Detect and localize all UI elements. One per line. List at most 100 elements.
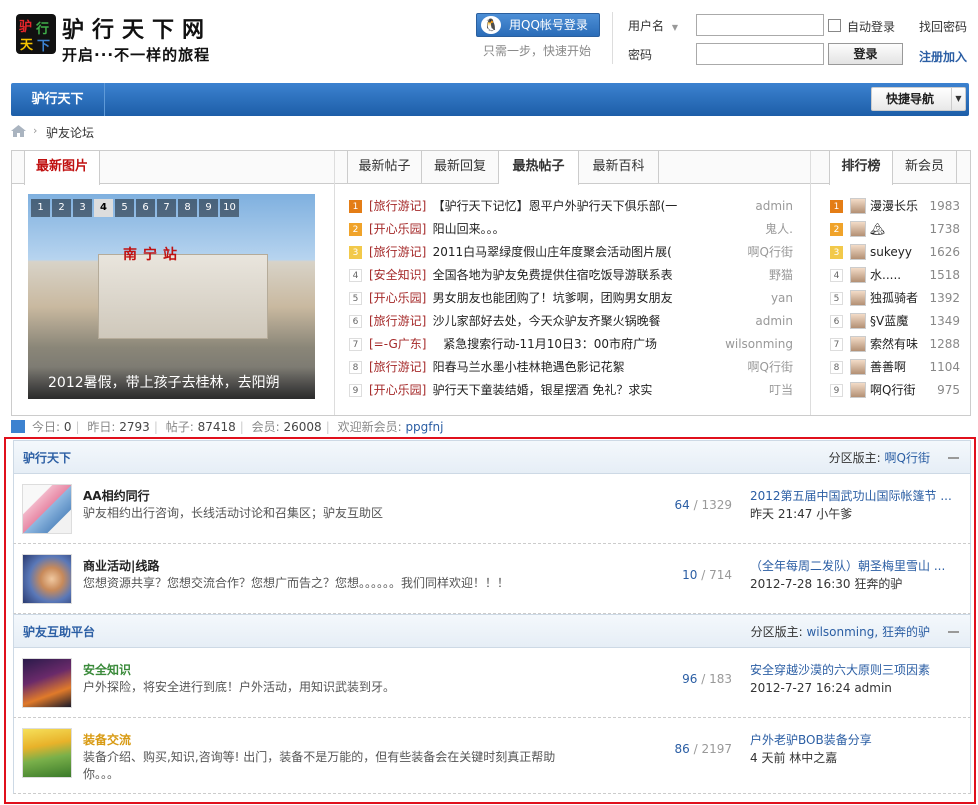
slide-page-10[interactable]: 10: [220, 199, 239, 217]
quick-nav-button[interactable]: 快捷导航 ▼: [871, 87, 966, 111]
tab-hot-threads[interactable]: 最热帖子: [499, 151, 579, 185]
thread-item[interactable]: 8 [旅行游记] 阳春马兰水墨小桂林艳遇色影记花絮 啊Q行街: [349, 358, 809, 378]
thread-category[interactable]: [旅行游记]: [369, 358, 426, 376]
rank-username[interactable]: 索然有味: [870, 334, 918, 354]
thread-title[interactable]: 男女朋友也能团购了！坑爹啊，团购男女朋友: [433, 289, 673, 307]
breadcrumb-current[interactable]: 驴友论坛: [46, 124, 94, 141]
avatar[interactable]: [850, 267, 866, 283]
rank-username[interactable]: 漫漫长乐: [870, 196, 918, 216]
thread-category[interactable]: [开心乐园]: [369, 289, 426, 307]
avatar[interactable]: [850, 336, 866, 352]
forum-icon-climber[interactable]: [22, 658, 72, 708]
site-logo[interactable]: 驴 行 天 下 驴行天下网 开启···不一样的旅程: [14, 10, 224, 72]
forum-icon-couple[interactable]: [22, 484, 72, 534]
thread-title[interactable]: 阳春马兰水墨小桂林艳遇色影记花絮: [433, 358, 625, 376]
thread-title[interactable]: 紧急搜索行动-11月10日3：00市府广场: [443, 335, 657, 353]
section-title[interactable]: 驴行天下: [23, 441, 71, 475]
thread-item[interactable]: 2 [开心乐园] 阳山回来。。。 鬼人.: [349, 220, 809, 240]
tab-latest-pics[interactable]: 最新图片: [24, 151, 100, 185]
avatar[interactable]: [850, 198, 866, 214]
home-icon[interactable]: [11, 125, 26, 137]
slide-page-9[interactable]: 9: [199, 199, 218, 217]
rank-item[interactable]: 6 §V蓝魔 1349: [830, 311, 960, 333]
thread-author[interactable]: 啊Q行街: [748, 358, 793, 376]
thread-item[interactable]: 9 [开心乐园] 驴行天下童装结婚，银星摆酒 免礼？求实 叮当: [349, 381, 809, 401]
tab-ranking[interactable]: 排行榜: [829, 151, 893, 185]
thread-title[interactable]: 沙儿家部好去处，今天众驴友齐聚火锅晚餐: [433, 312, 661, 330]
avatar[interactable]: [850, 313, 866, 329]
thread-author[interactable]: admin: [755, 312, 793, 330]
avatar[interactable]: [850, 359, 866, 375]
forum-icon-camping[interactable]: [22, 728, 72, 778]
avatar[interactable]: [850, 290, 866, 306]
thread-author[interactable]: 野猫: [769, 266, 793, 284]
collapse-icon[interactable]: [948, 457, 959, 459]
forum-icon-handshake[interactable]: [22, 554, 72, 604]
thread-item[interactable]: 6 [旅行游记] 沙儿家部好去处，今天众驴友齐聚火锅晚餐 admin: [349, 312, 809, 332]
avatar[interactable]: [850, 382, 866, 398]
rank-username[interactable]: 🏔: [870, 219, 885, 239]
thread-category[interactable]: [=-G广东]: [369, 335, 427, 353]
avatar[interactable]: [850, 244, 866, 260]
thread-author[interactable]: wilsonming: [725, 335, 793, 353]
thread-item[interactable]: 1 [旅行游记] 【驴行天下记忆】恩平户外驴行天下俱乐部(一 admin: [349, 197, 809, 217]
thread-category[interactable]: [开心乐园]: [369, 381, 426, 399]
tab-latest-threads[interactable]: 最新帖子: [347, 151, 422, 184]
register-link[interactable]: 注册加入: [919, 48, 967, 65]
slide-page-7[interactable]: 7: [157, 199, 176, 217]
rank-username[interactable]: 水.....: [870, 265, 901, 285]
thread-title[interactable]: 【驴行天下记忆】恩平户外驴行天下俱乐部(一: [433, 197, 678, 215]
rank-item[interactable]: 8 善善啊 1104: [830, 357, 960, 379]
auto-login-checkbox[interactable]: [828, 19, 841, 32]
slide-page-3[interactable]: 3: [73, 199, 92, 217]
find-password-link[interactable]: 找回密码: [919, 18, 967, 35]
thread-item[interactable]: 7 [=-G广东] 紧急搜索行动-11月10日3：00市府广场 wilsonming: [349, 335, 809, 355]
new-member-link[interactable]: ppgfnj: [405, 420, 443, 434]
last-post-title[interactable]: 2012第五届中国武功山国际帐篷节 ...: [750, 487, 960, 505]
section-title[interactable]: 驴友互助平台: [23, 615, 95, 649]
thread-author[interactable]: 鬼人.: [765, 220, 793, 238]
forum-name[interactable]: AA相约同行: [83, 487, 150, 504]
rank-item[interactable]: 1 漫漫长乐 1983: [830, 196, 960, 218]
forum-name[interactable]: 装备交流: [83, 731, 131, 748]
collapse-icon[interactable]: [948, 631, 959, 633]
rank-item[interactable]: 9 啊Q行街 975: [830, 380, 960, 402]
thread-author[interactable]: admin: [755, 197, 793, 215]
rank-item[interactable]: 3 sukeyy 1626: [830, 242, 960, 264]
username-input[interactable]: [696, 14, 824, 36]
last-post-title[interactable]: 安全穿越沙漠的六大原则三项因素: [750, 661, 960, 679]
thread-title[interactable]: 阳山回来。。。: [433, 220, 505, 238]
rank-username[interactable]: sukeyy: [870, 242, 912, 262]
thread-title[interactable]: 2011白马翠绿度假山庄年度聚会活动图片展(: [433, 243, 672, 261]
thread-category[interactable]: [旅行游记]: [369, 312, 426, 330]
avatar[interactable]: [850, 221, 866, 237]
tab-latest-wiki[interactable]: 最新百科: [579, 151, 659, 184]
slide-page-4[interactable]: 4: [94, 199, 113, 217]
forum-name[interactable]: 安全知识: [83, 661, 131, 678]
thread-category[interactable]: [旅行游记]: [369, 243, 426, 261]
slide-page-1[interactable]: 1: [31, 199, 50, 217]
username-label[interactable]: 用户名 ▼: [628, 17, 678, 34]
rank-item[interactable]: 5 独孤骑者 1392: [830, 288, 960, 310]
login-button[interactable]: 登录: [828, 43, 903, 65]
slide-page-6[interactable]: 6: [136, 199, 155, 217]
thread-item[interactable]: 5 [开心乐园] 男女朋友也能团购了！坑爹啊，团购男女朋友 yan: [349, 289, 809, 309]
rank-username[interactable]: 独孤骑者: [870, 288, 918, 308]
rank-item[interactable]: 2 🏔 1738: [830, 219, 960, 241]
rank-username[interactable]: 善善啊: [870, 357, 906, 377]
thread-category[interactable]: [开心乐园]: [369, 220, 426, 238]
thread-category[interactable]: [旅行游记]: [369, 197, 426, 215]
tab-latest-replies[interactable]: 最新回复: [422, 151, 499, 184]
last-post-title[interactable]: 户外老驴BOB装备分享: [750, 731, 960, 749]
thread-author[interactable]: 啊Q行街: [748, 243, 793, 261]
tab-new-members[interactable]: 新会员: [893, 151, 957, 184]
forum-name[interactable]: 商业活动|线路: [83, 557, 159, 574]
last-post-title[interactable]: （全年每周二发队）朝圣梅里雪山 ...: [750, 557, 960, 575]
password-input[interactable]: [696, 43, 824, 65]
rank-item[interactable]: 4 水..... 1518: [830, 265, 960, 287]
rank-username[interactable]: 啊Q行街: [870, 380, 915, 400]
thread-item[interactable]: 3 [旅行游记] 2011白马翠绿度假山庄年度聚会活动图片展(啊Q行街: [349, 243, 809, 263]
rank-item[interactable]: 7 索然有味 1288: [830, 334, 960, 356]
thread-author[interactable]: 叮当: [769, 381, 793, 399]
slide-page-2[interactable]: 2: [52, 199, 71, 217]
